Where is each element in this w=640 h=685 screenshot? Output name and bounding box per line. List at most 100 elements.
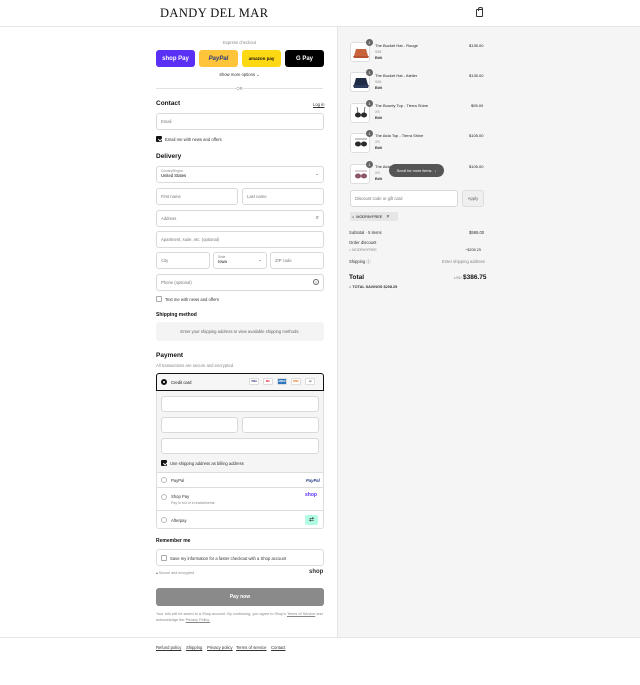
shopping-bag-icon[interactable] <box>476 7 483 17</box>
product-name: The Bounty Top - Tierra Shine <box>375 103 429 108</box>
more-cards-badge: +4 <box>305 378 315 385</box>
order-discount-label: Order discount <box>349 240 377 245</box>
security-code-field[interactable] <box>242 417 319 433</box>
arrow-down-icon: ↓ <box>434 168 437 173</box>
card-number-field[interactable] <box>161 396 319 412</box>
currency-label: USD <box>454 276 462 280</box>
google-pay-button[interactable]: G Pay <box>285 50 324 67</box>
amex-icon: AMEX <box>277 378 287 385</box>
text-offers-checkbox[interactable] <box>156 296 162 302</box>
country-select[interactable]: Country/Region United States ⌄ <box>156 166 324 183</box>
expiration-field[interactable] <box>161 417 238 433</box>
paypal-radio[interactable] <box>161 477 167 483</box>
credit-card-radio[interactable] <box>161 379 167 385</box>
scroll-more-pill[interactable]: Scroll for more items ↓ <box>389 164 444 177</box>
discount-tag-code: MODPAYFREE <box>356 214 383 219</box>
apply-button[interactable]: Apply <box>462 190 484 207</box>
total-label: Total <box>349 274 365 281</box>
contact-heading: Contact <box>156 100 181 107</box>
edit-link[interactable]: Edit <box>375 56 382 60</box>
edit-link[interactable]: Edit <box>375 146 382 150</box>
product-price: $95.00 <box>471 103 484 108</box>
city-field[interactable]: City <box>156 252 210 269</box>
privacy-link[interactable]: Privacy Policy. <box>186 618 210 622</box>
discover-icon: DISC <box>291 378 301 385</box>
discount-code-field[interactable]: Discount code or gift card <box>350 190 458 207</box>
order-discount-code: MODPAYFREE <box>352 248 377 252</box>
help-icon[interactable]: ? <box>313 279 319 285</box>
discount-placeholder: Discount code or gift card <box>355 196 403 201</box>
name-on-card-field[interactable] <box>161 438 319 454</box>
order-discount-code-row: ⌂ MODPAYFREE <box>349 248 377 252</box>
shop-pay-label: shop Pay <box>162 55 189 62</box>
shop-pay-label: Shop Pay <box>171 494 190 499</box>
afterpay-radio[interactable] <box>161 517 167 523</box>
brand-logo[interactable]: DANDY DEL MAR <box>160 6 268 21</box>
edit-link[interactable]: Edit <box>375 177 382 181</box>
product-name: The Aida Top - Tierra Shine <box>375 133 424 138</box>
first-name-placeholder: First name <box>161 194 181 199</box>
shop-pay-logo: shop <box>305 492 317 498</box>
product-variant: XS <box>375 110 380 114</box>
product-name: The Bucket Hat - Rouge <box>375 43 418 48</box>
product-variant: XS <box>375 140 380 144</box>
phone-field[interactable]: Phone (optional)? <box>156 274 324 291</box>
first-name-field[interactable]: First name <box>156 188 238 205</box>
newsletter-label: Email me with news and offers <box>165 137 222 142</box>
last-name-field[interactable]: Last name <box>242 188 324 205</box>
terms-link[interactable]: Terms of Service <box>287 612 315 616</box>
shop-pay-option[interactable] <box>156 488 324 511</box>
discount-tag: ⌂ MODPAYFREE × <box>350 212 398 221</box>
footer-privacy-policy[interactable]: Privacy policy <box>207 645 233 650</box>
footer-contact[interactable]: Contact <box>271 645 285 650</box>
billing-address-checkbox[interactable] <box>161 460 167 466</box>
shipping-value: Enter shipping address <box>442 259 485 264</box>
edit-link[interactable]: Edit <box>375 86 382 90</box>
footer-terms[interactable]: Terms of service <box>236 645 266 650</box>
edit-link[interactable]: Edit <box>375 116 382 120</box>
zip-field[interactable]: ZIP code <box>270 252 324 269</box>
product-price: $105.00 <box>469 133 484 138</box>
bikini-top-image <box>355 170 367 179</box>
product-name: The Bucket Hat - Atelier <box>375 73 418 78</box>
quantity-badge: 1 <box>366 39 373 46</box>
afterpay-icon: ⇄ <box>305 515 318 525</box>
pay-now-button[interactable]: Pay now <box>156 588 324 606</box>
show-more-label: Show more options <box>219 72 256 77</box>
secure-encrypted-note: 🔒︎ Secure and encrypted <box>156 571 194 575</box>
total-savings-row: ⌂ TOTAL SAVINGS $208.25 <box>349 285 397 289</box>
info-icon[interactable]: ⓘ <box>366 259 370 264</box>
remember-checkbox[interactable] <box>161 555 167 561</box>
address-placeholder: Address <box>161 216 177 221</box>
address-field[interactable]: Address ⌕ <box>156 210 324 227</box>
delivery-heading: Delivery <box>156 153 182 160</box>
amazon-pay-button[interactable]: amazon pay <box>242 50 281 67</box>
footer-refund-policy[interactable]: Refund policy <box>156 645 181 650</box>
payment-heading: Payment <box>156 352 184 359</box>
chevron-down-icon: ⌄ <box>258 257 262 262</box>
product-price: $135.00 <box>469 43 484 48</box>
remember-heading: Remember me <box>156 538 191 544</box>
state-select[interactable]: State Iowa ⌄ <box>213 252 267 269</box>
shop-pay-button[interactable]: shop Pay <box>156 50 195 67</box>
lock-icon: 🔒︎ <box>156 571 158 575</box>
login-link[interactable]: Log in <box>313 102 324 107</box>
newsletter-checkbox[interactable] <box>156 136 162 142</box>
footer-shipping[interactable]: Shipping <box>186 645 202 650</box>
or-label: OR <box>236 86 243 91</box>
apartment-placeholder: Apartment, suite, etc. (optional) <box>161 237 220 242</box>
product-price: $105.00 <box>469 164 484 169</box>
remove-discount-icon[interactable]: × <box>386 214 389 220</box>
email-field[interactable]: Email <box>156 113 324 130</box>
mastercard-icon: MC <box>263 378 273 385</box>
footer-divider <box>0 637 640 638</box>
paypal-button[interactable]: PayPal <box>199 50 238 67</box>
shop-pay-radio[interactable] <box>161 494 167 500</box>
chevron-down-icon: ⌄ <box>315 171 319 176</box>
text-offers-label: Text me with news and offers <box>165 297 219 302</box>
phone-placeholder: Phone (optional) <box>161 280 192 285</box>
apartment-field[interactable]: Apartment, suite, etc. (optional) <box>156 231 324 248</box>
shop-logo: shop <box>309 569 324 575</box>
total-value: $386.75 <box>463 274 487 281</box>
product-variant: S/M <box>375 80 382 84</box>
